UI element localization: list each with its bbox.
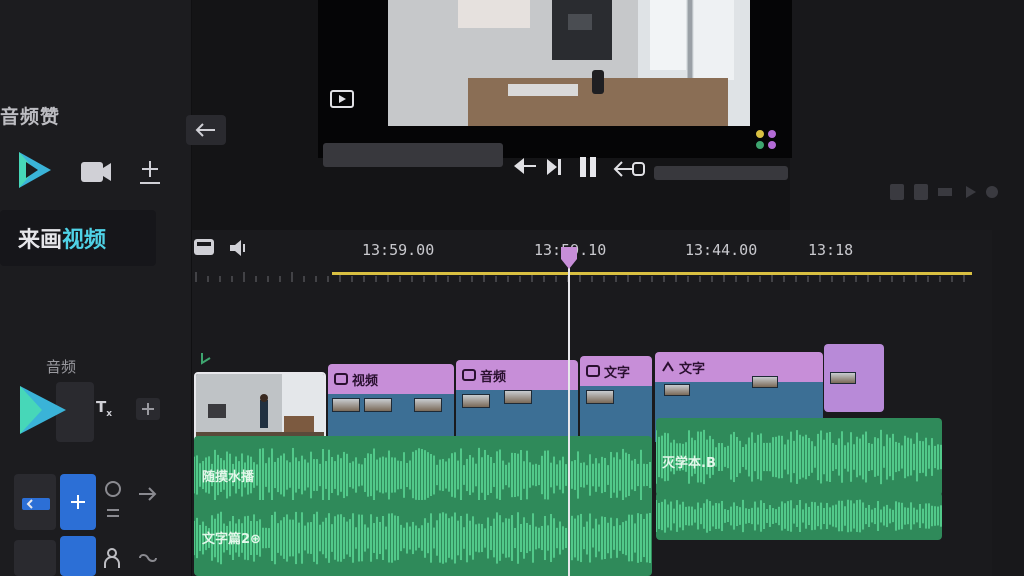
clip-thumbnail [664,384,690,396]
text-icon [662,361,674,372]
clip-thumbnail [586,390,614,404]
moon-icon [66,450,86,466]
speaker-icon[interactable] [228,238,248,258]
screen-icon[interactable] [328,88,356,110]
track-play-logo-icon[interactable] [14,382,70,438]
loop-back-icon[interactable] [612,158,646,180]
arrow-right-icon[interactable] [136,484,158,504]
camera-icon[interactable] [76,152,116,192]
clip-thumbnail [364,398,392,412]
work-area-bar[interactable] [332,272,972,275]
preview-scrub-bar[interactable] [323,143,503,167]
step-forward-icon[interactable] [544,156,564,178]
brand-text-part2: 视频 [62,228,107,253]
add-remove-icon[interactable] [130,152,170,192]
film-icon[interactable] [192,236,216,258]
clip-label: 音频 [480,369,507,385]
track-header-slot[interactable] [14,540,56,576]
clip-label: 文字 [679,361,706,377]
timecode-1: 13:59.00 [362,241,435,259]
clip-thumbnail [830,372,856,384]
clip-text-2[interactable]: 文字 [655,352,823,382]
right-toolbar [890,182,1000,202]
audio-track-2-left[interactable] [193,500,652,576]
playhead-handle[interactable] [560,246,578,270]
person-icon[interactable] [102,546,126,570]
track-marker-icon [200,350,212,365]
brand-text-part1: 来画 [18,228,63,253]
playhead[interactable] [568,258,570,576]
link-icon[interactable] [136,548,160,568]
clip-text-1[interactable]: 文字 [580,356,652,386]
moon-button[interactable] [60,536,96,576]
brand-logo: 来画视频 [18,222,106,254]
clip-audio[interactable]: 音频 [456,360,578,390]
clip-thumbnail [504,390,532,404]
timecode-3: 13:44.00 [685,241,758,259]
audio-section-label: 音频 [46,358,77,376]
timecode-4: 13:18 [808,241,854,259]
sync-icon[interactable] [102,478,124,520]
volume-bar[interactable] [654,166,788,180]
audio-clip-label: 灭学本.B [662,456,716,471]
add-button[interactable] [60,474,96,530]
clip-thumbnail [332,398,360,412]
panel-title: 音频赞 [0,106,61,128]
pause-button[interactable] [577,154,599,180]
clip-label: 文字 [604,365,631,381]
rewind-icon[interactable] [512,154,538,178]
back-button[interactable] [186,115,226,145]
arrow-left-icon[interactable] [22,494,50,514]
video-icon [334,373,348,385]
audio-track-2-right[interactable] [655,492,942,540]
clip-thumbnail [752,376,778,388]
text-icon [586,365,600,377]
clip-thumbnail [414,398,442,412]
preview-video[interactable] [388,0,750,126]
add-track-icon[interactable] [136,398,160,420]
text-tool-icon[interactable]: Tx [96,398,112,419]
audio-icon [462,369,476,381]
clip-video[interactable]: 视频 [328,364,454,394]
audio-clip-label: 随摸水播 [202,470,255,485]
audio-clip-label: 文字篇2⊕ [202,532,261,547]
clip-label: 视频 [352,373,379,389]
clip-thumbnail [462,394,490,408]
play-logo-icon[interactable] [14,150,54,190]
